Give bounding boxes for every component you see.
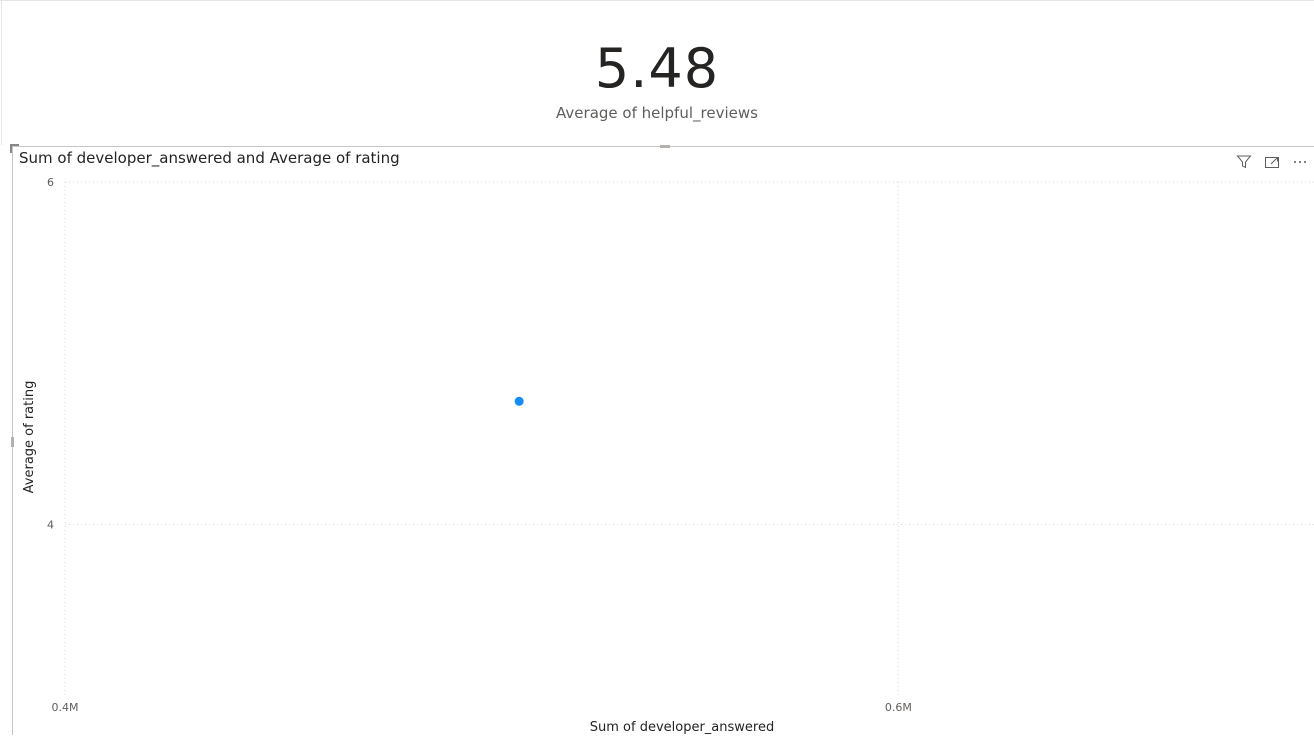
scatter-point: [514, 396, 524, 406]
kpi-card[interactable]: 5.48 Average of helpful_reviews: [0, 30, 1314, 122]
x-axis-title: Sum of developer_answered: [590, 720, 774, 735]
page-top-border: [0, 0, 1314, 1]
x-tick-label: 0.4M: [52, 701, 79, 714]
y-tick-label: 6: [47, 176, 54, 189]
y-axis-title: Average of rating: [22, 381, 37, 494]
scatter-plot: 4 6 0.4M 0.6M Sum of developer_answered Avera…: [22, 176, 1314, 735]
kpi-card-label: Average of helpful_reviews: [556, 104, 758, 122]
scatter-visual[interactable]: Sum of developer_answered and Average of…: [10, 144, 1314, 735]
kpi-card-value: 5.48: [594, 37, 720, 100]
x-tick-label: 0.6M: [885, 701, 912, 714]
y-tick-label: 4: [47, 519, 54, 532]
